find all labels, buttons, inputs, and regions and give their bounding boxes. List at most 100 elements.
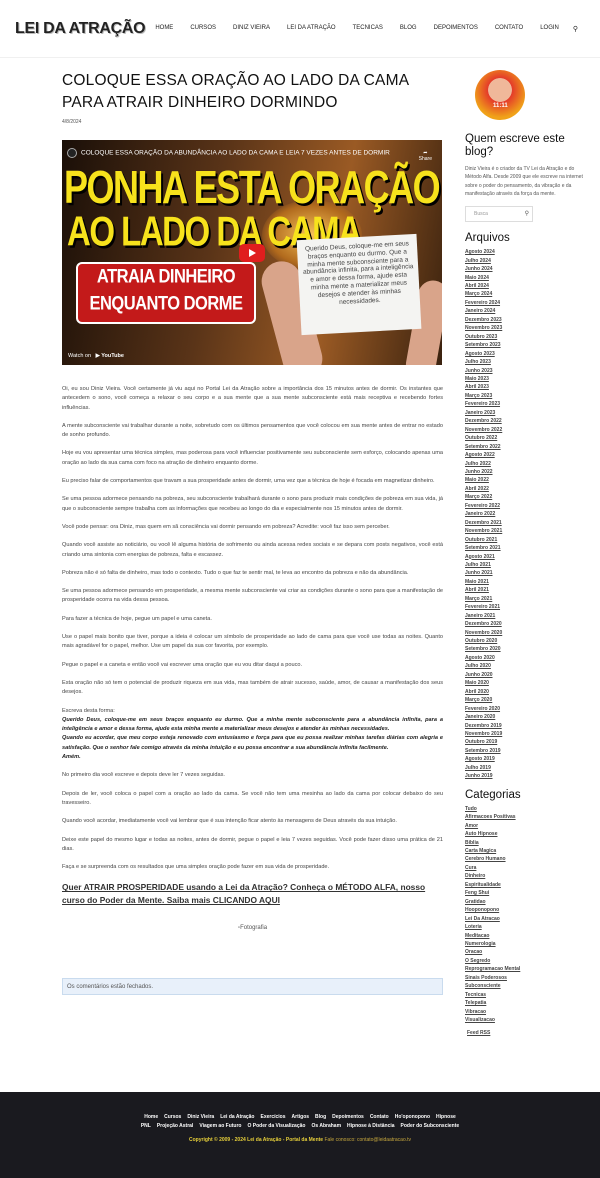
category-link[interactable]: Visualizacao: [465, 1016, 585, 1024]
category-link[interactable]: Reprogramacao Mental: [465, 965, 585, 973]
archive-link[interactable]: Agosto 2024: [465, 248, 585, 256]
category-link[interactable]: Subconsciente: [465, 982, 585, 990]
archive-link[interactable]: Dezembro 2023: [465, 316, 585, 324]
category-link[interactable]: Gratidao: [465, 898, 585, 906]
archive-link[interactable]: Outubro 2019: [465, 738, 585, 746]
archive-link[interactable]: Junho 2023: [465, 367, 585, 375]
archive-link[interactable]: Dezembro 2019: [465, 722, 585, 730]
archive-link[interactable]: Agosto 2019: [465, 755, 585, 763]
archive-link[interactable]: Julho 2022: [465, 460, 585, 468]
archive-link[interactable]: Junho 2021: [465, 569, 585, 577]
archive-link[interactable]: Agosto 2021: [465, 553, 585, 561]
category-link[interactable]: Oracao: [465, 948, 585, 956]
archive-link[interactable]: Julho 2024: [465, 257, 585, 265]
archive-link[interactable]: Fevereiro 2021: [465, 603, 585, 611]
nav-tecnicas[interactable]: TECNICAS: [353, 25, 383, 33]
archive-link[interactable]: Maio 2022: [465, 476, 585, 484]
archive-link[interactable]: Julho 2021: [465, 561, 585, 569]
archive-link[interactable]: Outubro 2022: [465, 434, 585, 442]
archive-link[interactable]: Julho 2023: [465, 358, 585, 366]
archive-link[interactable]: Outubro 2020: [465, 637, 585, 645]
footer-link[interactable]: Contato: [370, 1114, 389, 1120]
archive-link[interactable]: Novembro 2021: [465, 527, 585, 535]
category-link[interactable]: Sinais Poderosos: [465, 974, 585, 982]
archive-link[interactable]: Novembro 2020: [465, 629, 585, 637]
footer-link[interactable]: PNL: [141, 1123, 151, 1129]
archive-link[interactable]: Agosto 2023: [465, 350, 585, 358]
nav-lei-da-atracao[interactable]: LEI DA ATRAÇÃO: [287, 25, 336, 33]
watch-on-youtube[interactable]: Watch on ▶ YouTube: [68, 353, 124, 359]
archive-link[interactable]: Julho 2020: [465, 662, 585, 670]
archive-link[interactable]: Janeiro 2022: [465, 510, 585, 518]
play-button[interactable]: [239, 244, 265, 262]
nav-login[interactable]: LOGIN: [540, 25, 559, 33]
archive-link[interactable]: Novembro 2022: [465, 426, 585, 434]
archive-link[interactable]: Fevereiro 2023: [465, 400, 585, 408]
category-link[interactable]: Cerebro Humano: [465, 855, 585, 863]
category-link[interactable]: Tecnicas: [465, 991, 585, 999]
archive-link[interactable]: Março 2022: [465, 493, 585, 501]
category-link[interactable]: Afirmacoes Positivas: [465, 813, 585, 821]
archive-link[interactable]: Novembro 2019: [465, 730, 585, 738]
category-link[interactable]: Dinheiro: [465, 872, 585, 880]
archive-link[interactable]: Fevereiro 2022: [465, 502, 585, 510]
category-link[interactable]: Meditacao: [465, 932, 585, 940]
search-icon[interactable]: ⚲: [525, 210, 529, 217]
archive-link[interactable]: Agosto 2022: [465, 451, 585, 459]
archive-link[interactable]: Junho 2022: [465, 468, 585, 476]
archive-link[interactable]: Outubro 2021: [465, 536, 585, 544]
cta-link[interactable]: Quer ATRAIR PROSPERIDADE usando a Lei da…: [62, 881, 443, 907]
archive-link[interactable]: Março 2020: [465, 696, 585, 704]
archive-link[interactable]: Abril 2020: [465, 688, 585, 696]
footer-link[interactable]: Hipnose: [436, 1114, 456, 1120]
archive-link[interactable]: Março 2021: [465, 595, 585, 603]
archive-link[interactable]: Maio 2020: [465, 679, 585, 687]
archive-link[interactable]: Julho 2019: [465, 764, 585, 772]
archive-link[interactable]: Janeiro 2024: [465, 307, 585, 315]
footer-link[interactable]: Ho'oponopono: [395, 1114, 430, 1120]
archive-link[interactable]: Abril 2022: [465, 485, 585, 493]
archive-link[interactable]: Dezembro 2020: [465, 620, 585, 628]
category-link[interactable]: Biblia: [465, 839, 585, 847]
category-link[interactable]: Feng Shui: [465, 889, 585, 897]
footer-link[interactable]: Exercícios: [261, 1114, 286, 1120]
archive-link[interactable]: Março 2024: [465, 290, 585, 298]
contact-email[interactable]: Fale conosco: contato@leidaatracao.tv: [324, 1137, 411, 1143]
video-title-bar[interactable]: COLOQUE ESSA ORAÇÃO DA ABUNDÂNCIA AO LAD…: [67, 148, 390, 158]
footer-link[interactable]: Blog: [315, 1114, 326, 1120]
channel-avatar-icon[interactable]: [67, 148, 77, 158]
footer-link[interactable]: O Poder da Visualização: [247, 1123, 305, 1129]
category-link[interactable]: Numerologia: [465, 940, 585, 948]
archive-link[interactable]: Dezembro 2021: [465, 519, 585, 527]
archive-link[interactable]: Setembro 2020: [465, 645, 585, 653]
category-link[interactable]: Cura: [465, 864, 585, 872]
site-logo[interactable]: LEI DA ATRAÇÃO: [15, 20, 146, 38]
archive-link[interactable]: Setembro 2019: [465, 747, 585, 755]
archive-link[interactable]: Janeiro 2020: [465, 713, 585, 721]
archive-link[interactable]: Janeiro 2023: [465, 409, 585, 417]
footer-link[interactable]: Depoimentos: [332, 1114, 364, 1120]
footer-link[interactable]: Diniz Vieira: [187, 1114, 214, 1120]
video-title[interactable]: COLOQUE ESSA ORAÇÃO DA ABUNDÂNCIA AO LAD…: [81, 150, 390, 157]
category-link[interactable]: Hooponopono: [465, 906, 585, 914]
footer-link[interactable]: Poder do Subconsciente: [401, 1123, 460, 1129]
archive-link[interactable]: Setembro 2021: [465, 544, 585, 552]
archive-link[interactable]: Junho 2019: [465, 772, 585, 780]
nav-depoimentos[interactable]: DEPOIMENTOS: [434, 25, 478, 33]
search-icon[interactable]: ⚲: [573, 25, 578, 33]
category-link[interactable]: Auto Hipnose: [465, 830, 585, 838]
category-link[interactable]: Tudo: [465, 805, 585, 813]
nav-cursos[interactable]: CURSOS: [190, 25, 216, 33]
archive-link[interactable]: Maio 2024: [465, 274, 585, 282]
archive-link[interactable]: Setembro 2023: [465, 341, 585, 349]
search-field[interactable]: Busca ⚲: [465, 206, 533, 223]
archive-link[interactable]: Dezembro 2022: [465, 417, 585, 425]
archive-link[interactable]: Abril 2024: [465, 282, 585, 290]
archive-link[interactable]: Agosto 2020: [465, 654, 585, 662]
share-button[interactable]: ➦ Share: [419, 150, 432, 162]
archive-link[interactable]: Junho 2024: [465, 265, 585, 273]
footer-link[interactable]: Hipnose à Distância: [347, 1123, 395, 1129]
footer-link[interactable]: Cursos: [164, 1114, 181, 1120]
nav-home[interactable]: HOME: [155, 25, 173, 33]
archive-link[interactable]: Fevereiro 2024: [465, 299, 585, 307]
